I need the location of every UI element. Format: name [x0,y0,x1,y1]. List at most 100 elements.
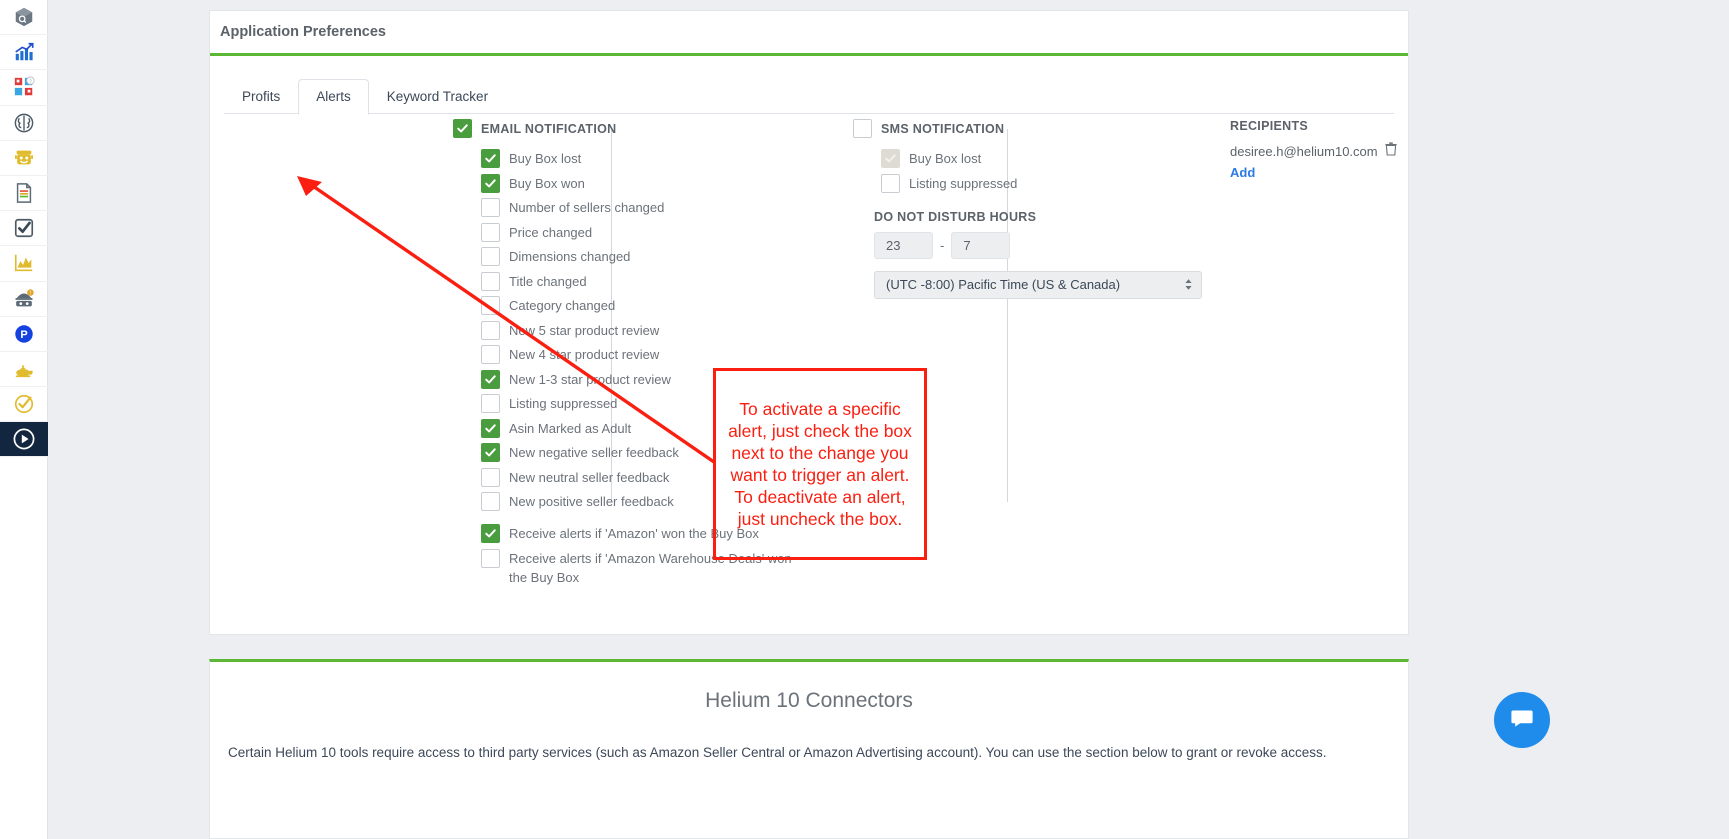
black-box-icon [13,6,35,28]
option-label[interactable]: Title changed [509,272,587,291]
sidebar-item-scribbles[interactable] [0,176,48,212]
checkbox[interactable] [481,467,500,487]
checkbox[interactable] [481,320,500,340]
email-option-dimensions-changed: Dimensions changed [481,247,813,266]
option-label[interactable]: Category changed [509,296,615,315]
sidebar-item-magic-lamp[interactable] [0,352,48,388]
checkbox[interactable] [481,492,500,511]
option-label[interactable]: Buy Box lost [509,149,581,168]
app-root: ? ! P Application Preferences Profits Al… [0,0,1729,839]
option-label[interactable]: Number of sellers changed [509,198,664,217]
chevron-updown-icon [1184,278,1193,291]
option-label[interactable]: Buy Box won [509,174,585,193]
annotation-text: To activate a specific alert, just check… [728,399,912,529]
tab-bar: Profits Alerts Keyword Tracker [224,78,1394,115]
checkbox[interactable] [481,149,500,168]
email-option-buy-box-lost: Buy Box lost [481,149,813,168]
option-label[interactable]: New 1-3 star product review [509,370,671,389]
dnd-from-input[interactable]: 23 [874,231,933,259]
sidebar-item-magnet[interactable]: ? [0,70,48,106]
checkbox [881,149,900,168]
sidebar-item-frankenstein[interactable] [0,141,48,176]
sms-notification-label: SMS NOTIFICATION [881,121,1005,136]
alerts-spy-icon: ! [13,288,35,310]
sidebar-item-alerts[interactable]: ! [0,282,48,317]
keyword-tracker-chart-icon [13,252,35,274]
email-notification-header: EMAIL NOTIFICATION [453,119,813,138]
checkbox[interactable] [481,345,500,364]
do-not-disturb-label: DO NOT DISTURB HOURS [874,209,1037,224]
email-option-buy-box-won: Buy Box won [481,173,813,193]
magnet-keyword-icon: ? [13,76,35,98]
checkbox[interactable] [481,548,500,568]
option-label[interactable]: New 5 star product review [509,321,659,340]
option-label[interactable]: New negative seller feedback [509,443,679,462]
do-not-disturb-row: 23 - 7 [874,231,1213,259]
option-label[interactable]: Asin Marked as Adult [509,419,631,438]
option-label[interactable]: Listing suppressed [909,174,1017,193]
profits-icon: P [13,323,35,345]
timezone-value: (UTC -8:00) Pacific Time (US & Canada) [886,277,1121,292]
checkbox[interactable] [481,173,500,193]
sms-notification-header: SMS NOTIFICATION [853,119,1213,138]
checkbox[interactable] [481,369,500,389]
checkbox[interactable] [481,271,500,291]
left-sidebar: ? ! P [0,0,48,839]
scribbles-document-icon [13,182,35,204]
tab-alerts[interactable]: Alerts [298,79,369,115]
sidebar-item-profits[interactable]: P [0,317,48,352]
sms-options-list: Buy Box lost Listing suppressed [853,149,1213,193]
option-label[interactable]: New positive seller feedback [509,492,674,511]
tab-profits-label: Profits [242,89,281,104]
sidebar-item-black-box[interactable] [0,0,48,36]
checkbox[interactable] [481,418,500,438]
sidebar-item-cerebro[interactable] [0,106,48,141]
email-option-number-of-sellers-changed: Number of sellers changed [481,198,813,217]
checkbox[interactable] [481,296,500,315]
option-label[interactable]: New neutral seller feedback [509,468,669,487]
checkbox[interactable] [481,222,500,242]
option-label[interactable]: Listing suppressed [509,394,617,413]
checkbox[interactable] [481,394,500,413]
sms-notification-master-checkbox[interactable] [853,119,872,138]
tab-keyword-tracker-label: Keyword Tracker [386,89,489,104]
checkbox[interactable] [881,173,900,193]
option-label[interactable]: New 4 star product review [509,345,659,364]
sms-option-listing-suppressed: Listing suppressed [881,173,1213,193]
sms-option-buy-box-lost: Buy Box lost [881,149,1213,168]
tab-keyword-tracker[interactable]: Keyword Tracker [369,79,506,115]
dnd-to-input[interactable]: 7 [951,231,1011,259]
sidebar-item-refund-genie[interactable] [0,387,48,423]
add-recipient-link[interactable]: Add [1230,165,1480,180]
email-option-title-changed: Title changed [481,271,813,291]
sidebar-item-index-checker[interactable] [0,211,48,247]
checkbox[interactable] [481,524,500,543]
card-header: Application Preferences [210,11,1408,56]
checkbox[interactable] [481,443,500,462]
option-label[interactable]: Price changed [509,223,592,242]
sidebar-item-trendster[interactable] [0,35,48,71]
checkbox[interactable] [481,247,500,266]
trash-icon[interactable] [1385,142,1397,161]
trendster-chart-icon [13,41,35,63]
email-option-new-5-star-review: New 5 star product review [481,320,813,340]
intercom-chat-button[interactable] [1494,692,1550,748]
svg-text:P: P [20,329,27,341]
sidebar-item-keyword-tracker[interactable] [0,246,48,282]
tab-profits[interactable]: Profits [224,79,298,115]
recipients-title: RECIPIENTS [1230,119,1309,133]
magic-lamp-icon [13,358,35,380]
frankenstein-icon [13,147,35,169]
timezone-select[interactable]: (UTC -8:00) Pacific Time (US & Canada) [874,270,1202,299]
tab-alerts-label: Alerts [316,89,351,104]
annotation-callout: To activate a specific alert, just check… [713,368,927,560]
checkbox[interactable] [481,198,500,217]
email-notification-master-checkbox[interactable] [453,119,472,138]
helium10-connectors-card: Helium 10 Connectors Certain Helium 10 t… [209,659,1409,839]
training-play-icon [12,427,36,451]
connectors-title: Helium 10 Connectors [705,689,913,712]
connectors-description: Certain Helium 10 tools require access t… [228,745,1327,760]
email-option-new-4-star-review: New 4 star product review [481,345,813,364]
option-label[interactable]: Dimensions changed [509,247,630,266]
sidebar-item-training[interactable] [0,422,48,458]
